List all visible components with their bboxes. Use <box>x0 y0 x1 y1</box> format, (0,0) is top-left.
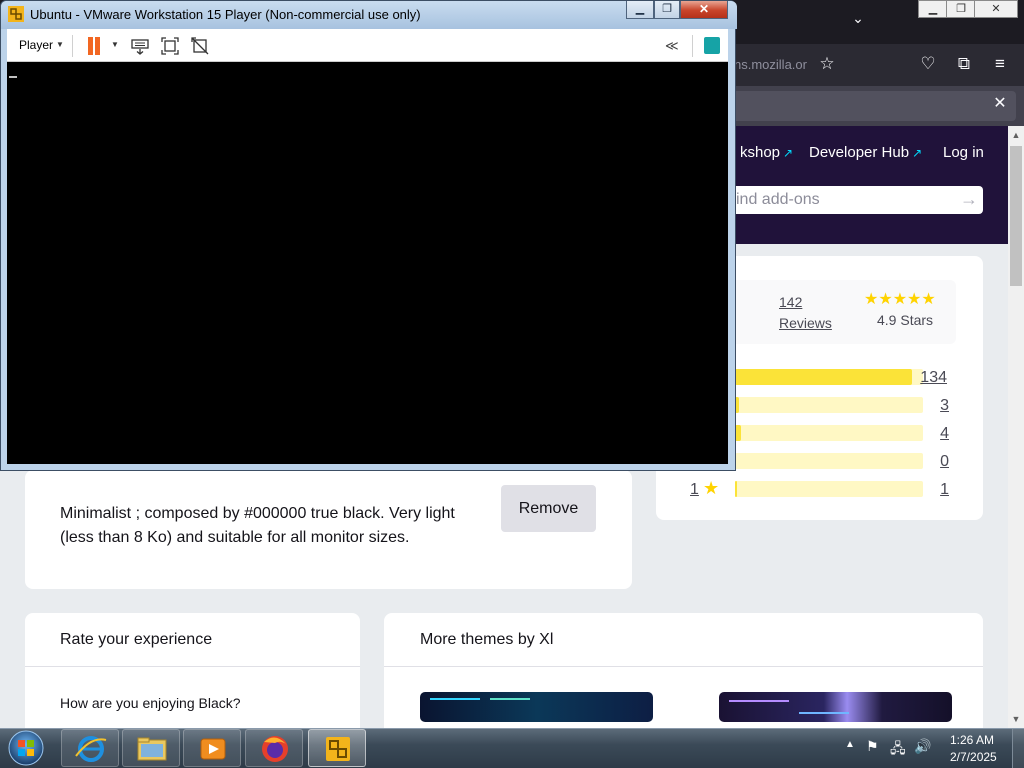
internet-explorer-taskbar-button[interactable] <box>61 729 119 767</box>
extensions-puzzle-icon[interactable]: ⧉ <box>952 52 976 76</box>
terminal-cursor <box>9 76 17 78</box>
rating-count-5[interactable]: 134 <box>919 369 947 387</box>
vmware-logo-icon <box>8 6 24 22</box>
volume-icon[interactable]: 🔊 <box>914 738 931 755</box>
thumbnail-detail <box>490 698 530 700</box>
rating-stars-text: 4.9 Stars <box>877 312 934 328</box>
login-link[interactable]: Log in <box>943 144 984 161</box>
show-desktop-button[interactable] <box>1012 729 1024 768</box>
reviews-label-link[interactable]: Reviews <box>779 315 832 331</box>
notification-close-icon[interactable]: ✕ <box>990 94 1010 114</box>
one-star-link[interactable]: 1 <box>690 481 699 499</box>
rating-count-4[interactable]: 3 <box>929 397 949 415</box>
rating-bar-2[interactable] <box>735 453 923 469</box>
rate-experience-title: Rate your experience <box>60 631 213 648</box>
pause-bar <box>95 37 100 55</box>
media-player-icon <box>200 738 226 760</box>
bookmark-star-icon[interactable]: ☆ <box>815 52 839 76</box>
caret-down-icon[interactable]: ▼ <box>111 40 119 49</box>
external-link-icon: ↗ <box>912 146 923 160</box>
firefox-restore-button[interactable]: ❐ <box>946 0 976 18</box>
firefox-icon <box>262 736 288 762</box>
firefox-taskbar-button[interactable] <box>245 729 303 767</box>
pause-bar <box>88 37 93 55</box>
collapse-toolbar-button[interactable]: ≪ <box>665 38 679 54</box>
reviews-count-link[interactable]: 142 <box>779 294 802 310</box>
toolbar-separator <box>72 35 73 57</box>
send-ctrl-alt-del-icon[interactable] <box>130 36 150 56</box>
scrollbar-thumb[interactable] <box>1010 146 1022 286</box>
rating-bar-fill <box>735 481 737 497</box>
vmware-close-button[interactable]: ✕ <box>680 1 728 19</box>
file-explorer-taskbar-button[interactable] <box>122 729 180 767</box>
thumbnail-detail <box>799 712 849 714</box>
network-icon[interactable]: 🖧 <box>890 738 906 762</box>
divider <box>384 666 983 667</box>
rating-count-3[interactable]: 4 <box>929 425 949 443</box>
clock-time[interactable]: 1:26 AM <box>950 733 994 747</box>
scroll-down-arrow-icon[interactable]: ▼ <box>1008 710 1024 728</box>
pocket-icon[interactable]: ♡ <box>916 52 940 76</box>
rating-bar-1[interactable] <box>735 481 923 497</box>
developer-hub-link[interactable]: Developer Hub ↗ <box>809 144 922 161</box>
rating-count-1[interactable]: 1 <box>929 481 949 499</box>
internet-explorer-icon <box>75 736 107 762</box>
clock-date[interactable]: 2/7/2025 <box>950 750 997 764</box>
vmware-player-icon <box>326 737 350 761</box>
theme-description: Minimalist ; composed by #000000 true bl… <box>60 505 455 546</box>
star-icon: ★ <box>703 478 720 498</box>
media-player-taskbar-button[interactable] <box>183 729 241 767</box>
rate-question: How are you enjoying Black? <box>60 695 241 711</box>
folder-icon <box>137 737 167 761</box>
vmware-maximize-button[interactable]: ❐ <box>654 1 680 19</box>
rating-stars-icon: ★★★★★ <box>864 291 936 308</box>
hamburger-menu-icon[interactable]: ≡ <box>988 52 1012 76</box>
vmware-player-taskbar-button[interactable] <box>308 729 366 767</box>
firefox-minimize-button[interactable]: ▁ <box>918 0 948 18</box>
thumbnail-detail <box>430 698 480 700</box>
firefox-close-button[interactable]: ✕ <box>974 0 1018 18</box>
search-arrow-icon[interactable]: → <box>960 189 978 210</box>
vm-console-screen[interactable] <box>7 62 728 464</box>
address-bar-text[interactable]: ns.mozilla.or <box>734 57 807 72</box>
rating-bar-4[interactable] <box>735 397 923 413</box>
vmware-window-title: Ubuntu - VMware Workstation 15 Player (N… <box>30 7 421 22</box>
scroll-up-arrow-icon[interactable]: ▲ <box>1008 126 1024 144</box>
notes-icon[interactable] <box>704 37 720 54</box>
remove-button[interactable]: Remove <box>501 485 596 532</box>
workshop-link[interactable]: kshop ↗ <box>740 144 793 161</box>
notification-message <box>730 91 1016 121</box>
theme-thumbnail[interactable] <box>420 692 653 722</box>
toolbar-separator <box>692 35 693 57</box>
action-center-icon[interactable]: ⚑ <box>866 738 879 755</box>
rating-bar-fill <box>735 369 912 385</box>
caret-down-icon[interactable]: ▼ <box>56 40 64 49</box>
theme-thumbnail[interactable] <box>719 692 952 722</box>
vmware-minimize-button[interactable]: ▁ <box>626 1 654 19</box>
start-button-windows-icon[interactable] <box>6 729 46 767</box>
more-themes-title: More themes by Xl <box>420 631 554 648</box>
addon-search-placeholder: ind add-ons <box>736 191 820 208</box>
divider <box>25 666 360 667</box>
unity-mode-icon[interactable] <box>190 36 210 56</box>
thumbnail-detail <box>729 700 789 702</box>
show-hidden-icons-arrow-icon[interactable]: ▲ <box>845 739 855 750</box>
full-screen-icon[interactable] <box>160 36 180 56</box>
external-link-icon: ↗ <box>783 146 794 160</box>
rating-count-2[interactable]: 0 <box>929 453 949 471</box>
tab-list-chevron-icon[interactable]: ⌄ <box>848 10 868 30</box>
rating-bar-3[interactable] <box>735 425 923 441</box>
pause-icon[interactable] <box>86 37 102 55</box>
rating-bar-5[interactable] <box>735 369 923 385</box>
player-menu-button[interactable]: Player <box>19 38 53 52</box>
